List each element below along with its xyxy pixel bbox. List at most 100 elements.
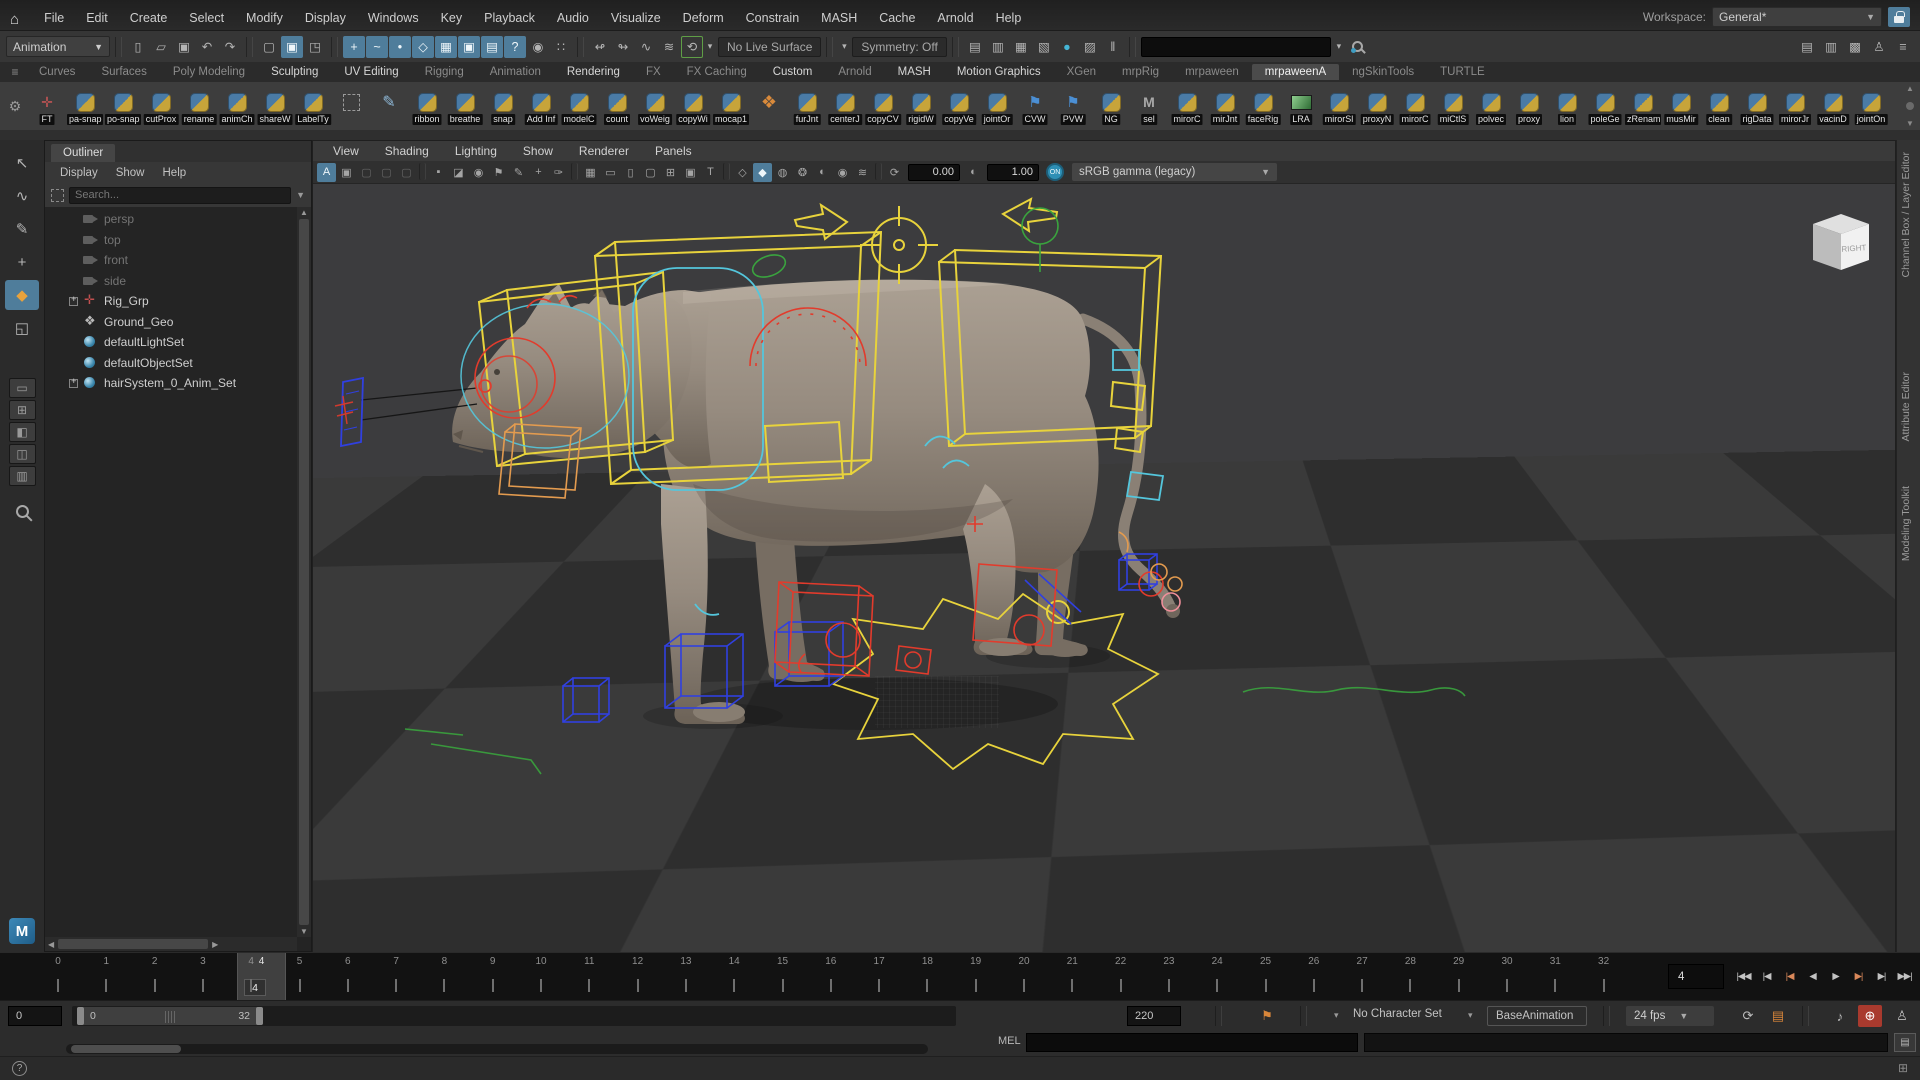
status-icon[interactable]: ▣ xyxy=(173,36,195,58)
shelf-item[interactable]: copyVe xyxy=(940,84,978,128)
shelf-item[interactable]: PVW xyxy=(1054,84,1092,128)
tool-button[interactable]: ◆ xyxy=(5,280,39,310)
shelf-item[interactable]: pa-snap xyxy=(66,84,104,128)
sidebar-toggle-icon[interactable]: ▤ xyxy=(1796,36,1818,58)
viewport-toolbar-icon[interactable]: ◇ xyxy=(733,163,752,182)
shelf-tab[interactable]: FX xyxy=(633,64,674,80)
chevron-down-icon[interactable]: ▼ xyxy=(296,190,305,200)
range-end-handle[interactable] xyxy=(256,1007,263,1025)
viewport-toolbar-icon[interactable]: ⟳ xyxy=(885,163,904,182)
shelf-tab[interactable]: MASH xyxy=(885,64,944,80)
viewport-toolbar-icon[interactable]: ▦ xyxy=(581,163,600,182)
outliner-row[interactable]: side xyxy=(45,271,297,292)
live-surface-field[interactable]: No Live Surface xyxy=(718,37,821,57)
snap-icon[interactable]: ▤ xyxy=(481,36,503,58)
search-icon[interactable] xyxy=(1347,36,1369,58)
viewport-toolbar-icon[interactable]: ▯ xyxy=(621,163,640,182)
viewport-toolbar-icon[interactable]: ◍ xyxy=(773,163,792,182)
shelf-item[interactable]: NG xyxy=(1092,84,1130,128)
expand-icon[interactable] xyxy=(69,297,78,306)
outliner-menu-item[interactable]: Display xyxy=(53,165,105,181)
history-icon[interactable]: ↬ xyxy=(612,36,634,58)
shelf-scrollbar[interactable]: ▲ ▼ xyxy=(1902,82,1918,130)
shelf-item[interactable] xyxy=(332,84,370,128)
menu-item[interactable]: Cache xyxy=(868,9,926,27)
shelf-tab[interactable]: Rendering xyxy=(554,64,633,80)
playback-loop-icon[interactable]: ⟳ xyxy=(1736,1005,1760,1027)
arrow-up-icon[interactable]: ▲ xyxy=(300,208,308,217)
shelf-item[interactable]: mirorJr xyxy=(1776,84,1814,128)
layout-button[interactable]: ▭ xyxy=(9,378,36,398)
render-icon[interactable]: ▨ xyxy=(1079,36,1101,58)
speaker-icon[interactable]: ♪ xyxy=(1828,1005,1852,1027)
shelf-item[interactable]: faceRig xyxy=(1244,84,1282,128)
viewport-toolbar-icon[interactable]: ▢ xyxy=(377,163,396,182)
viewport-toolbar-icon[interactable]: ◆ xyxy=(753,163,772,182)
shelf-item[interactable]: poleGe xyxy=(1586,84,1624,128)
snap-icon[interactable]: ? xyxy=(504,36,526,58)
shelf-item[interactable]: ribbon xyxy=(408,84,446,128)
shelf-item[interactable]: lion xyxy=(1548,84,1586,128)
history-icon[interactable]: ↫ xyxy=(589,36,611,58)
layout-button[interactable]: ◫ xyxy=(9,444,36,464)
outliner-row[interactable]: defaultObjectSet xyxy=(45,353,297,374)
workspace-lock-button[interactable] xyxy=(1888,7,1910,27)
viewport-menu-item[interactable]: Show xyxy=(511,142,565,160)
outliner-row[interactable]: defaultLightSet xyxy=(45,332,297,353)
arrow-right-icon[interactable]: ▶ xyxy=(210,940,220,949)
clip-editor-icon[interactable]: ▤ xyxy=(1766,1005,1790,1027)
playback-button[interactable]: ◀ xyxy=(1801,961,1824,992)
playback-button[interactable]: ▶| xyxy=(1847,961,1870,992)
maya-home-icon[interactable]: ⌂ xyxy=(10,13,19,27)
viewport-menu-item[interactable]: View xyxy=(321,142,371,160)
menu-item[interactable]: Windows xyxy=(357,9,430,27)
shelf-item[interactable]: miCtlS xyxy=(1434,84,1472,128)
command-input-field[interactable] xyxy=(1026,1033,1358,1052)
playback-button[interactable]: ▶| xyxy=(1870,961,1893,992)
outliner-row[interactable]: hairSystem_0_Anim_Set xyxy=(45,373,297,394)
scene-3d[interactable]: RIGHT xyxy=(313,184,1895,952)
viewport-toolbar-icon[interactable]: ▢ xyxy=(357,163,376,182)
viewport-menu-item[interactable]: Panels xyxy=(643,142,704,160)
menu-item[interactable]: Deform xyxy=(672,9,735,27)
quick-input-field[interactable] xyxy=(1141,37,1331,57)
shelf-tab[interactable]: mrpRig xyxy=(1109,64,1172,80)
shelf-item[interactable]: proxy xyxy=(1510,84,1548,128)
help-icon[interactable]: ? xyxy=(12,1061,27,1076)
menu-item[interactable]: Select xyxy=(178,9,235,27)
arrow-down-icon[interactable]: ▼ xyxy=(300,927,308,936)
tab-channel-box[interactable]: Channel Box / Layer Editor xyxy=(1900,152,1912,278)
time-slider[interactable]: 4 4 012345678910111213141516171819202122… xyxy=(0,952,1920,1000)
scroll-thumb[interactable] xyxy=(58,939,208,949)
playback-button[interactable]: |◀ xyxy=(1778,961,1801,992)
viewport-toolbar-icon[interactable]: ✎ xyxy=(509,163,528,182)
layout-button[interactable]: ▥ xyxy=(9,466,36,486)
tool-button[interactable]: + xyxy=(5,247,39,277)
viewport-toolbar-icon[interactable] xyxy=(723,163,730,180)
menu-item[interactable]: Modify xyxy=(235,9,294,27)
shelf-item[interactable]: snap xyxy=(484,84,522,128)
history-icon[interactable]: ▾ xyxy=(704,36,716,58)
shelf-tab[interactable]: Curves xyxy=(26,64,88,80)
command-language-label[interactable]: MEL xyxy=(998,1035,1021,1047)
viewport-toolbar-icon[interactable]: ✑ xyxy=(549,163,568,182)
snap-icon[interactable]: + xyxy=(343,36,365,58)
view-cube[interactable]: RIGHT xyxy=(1813,214,1869,270)
range-slider-track[interactable]: 0 32 xyxy=(72,1006,956,1026)
outliner-row[interactable]: front xyxy=(45,250,297,271)
selection-mode-icon[interactable]: ▢ xyxy=(258,36,280,58)
shelf-item[interactable]: vacinD xyxy=(1814,84,1852,128)
playback-button[interactable]: ▶ xyxy=(1824,961,1847,992)
snap-icon[interactable]: ▣ xyxy=(458,36,480,58)
shelf-item[interactable]: zRenam xyxy=(1624,84,1662,128)
viewport-toolbar-icon[interactable]: ▢ xyxy=(397,163,416,182)
layout-button[interactable]: ◧ xyxy=(9,422,36,442)
sidebar-toggle-icon[interactable]: ▩ xyxy=(1844,36,1866,58)
menu-item[interactable]: Audio xyxy=(546,9,600,27)
render-icon[interactable]: ▦ xyxy=(1010,36,1032,58)
contrast-icon[interactable]: ◐ xyxy=(964,163,983,182)
playback-button[interactable]: ▶▶| xyxy=(1893,961,1916,992)
viewport-toolbar-icon[interactable]: ⚑ xyxy=(489,163,508,182)
playback-button[interactable]: |◀◀ xyxy=(1732,961,1755,992)
arrow-down-icon[interactable]: ▼ xyxy=(1906,119,1914,128)
